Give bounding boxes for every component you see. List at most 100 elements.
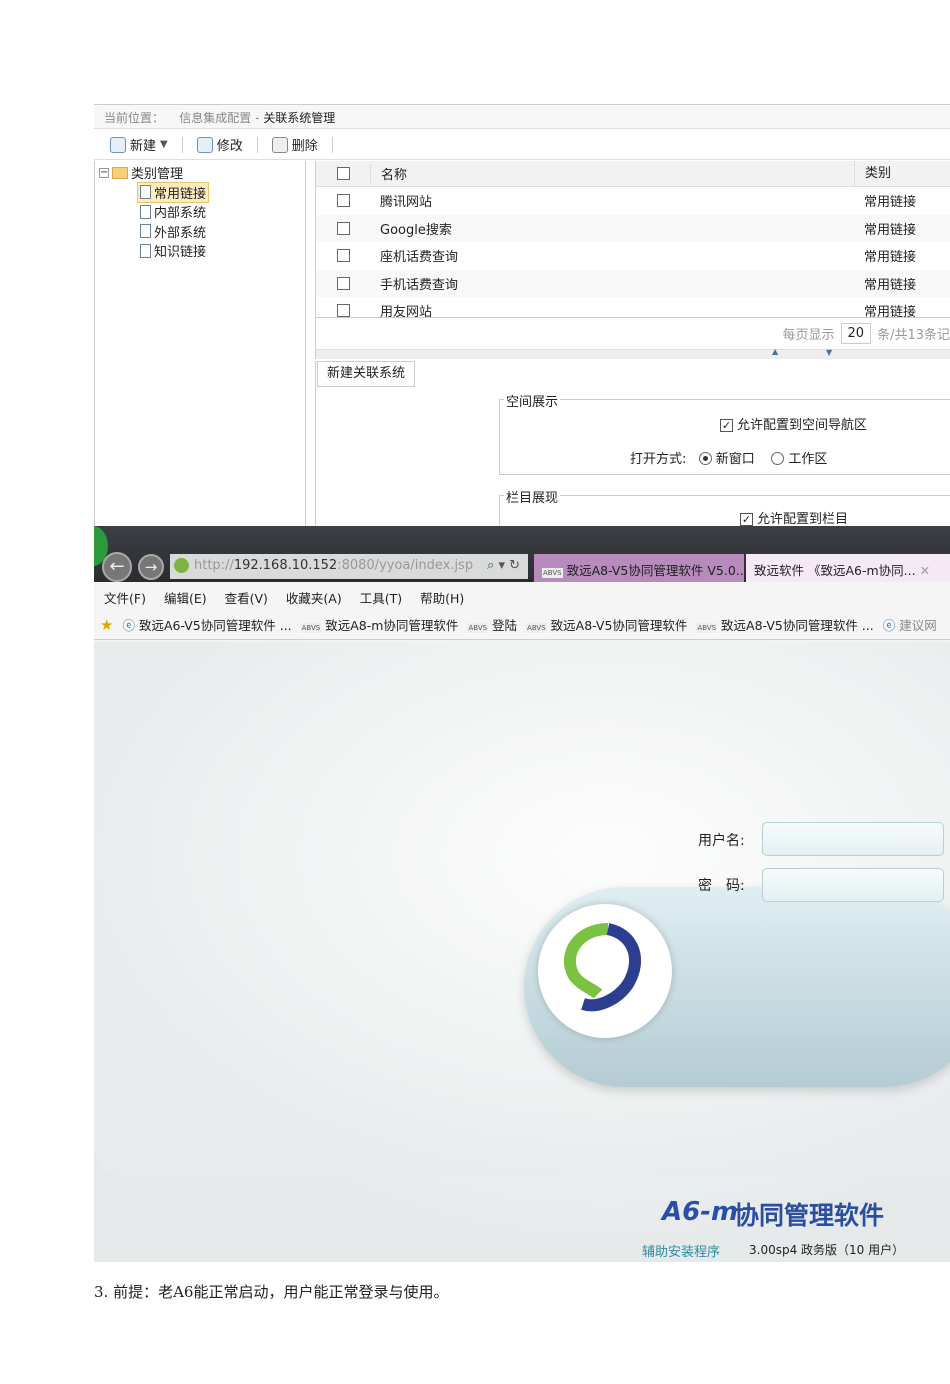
toolbar: 新建 ▼ 修改 删除 (94, 130, 950, 160)
breadcrumb: 当前位置： 信息集成配置 - 关联系统管理 (94, 105, 950, 129)
url-path: :8080/yyoa/index.jsp (337, 558, 474, 573)
favorite-link[interactable]: ABVS 致远A8-m协同管理软件 (300, 615, 458, 634)
arrow-down-icon[interactable]: ▼ (826, 348, 832, 357)
tree-item-label: 外部系统 (154, 225, 207, 241)
tree-item[interactable]: 常用链接 (99, 181, 301, 203)
arrow-up-icon[interactable]: ▲ (772, 347, 778, 356)
table-row[interactable]: Google搜索 常用链接 (316, 214, 950, 242)
forward-icon[interactable]: → (138, 554, 164, 580)
new-button[interactable]: 新建 ▼ (104, 135, 174, 154)
tab-new-system[interactable]: 新建关联系统 (317, 361, 415, 387)
folder-icon (112, 166, 128, 179)
radio-label: 新窗口 (715, 452, 755, 467)
breadcrumb-sep: - (251, 111, 264, 125)
chevron-down-icon[interactable]: ▼ (160, 139, 168, 150)
column-allow-label: 允许配置到栏目 (757, 512, 849, 526)
table-row[interactable]: 用友网站 常用链接 (316, 297, 950, 317)
favorite-link[interactable]: ⓔ 致远A6-V5协同管理软件 ... (122, 615, 291, 634)
checkmark-icon: ✓ (740, 513, 753, 526)
username-input[interactable] (762, 822, 944, 856)
collapse-icon[interactable]: − (99, 167, 109, 178)
install-helper-link[interactable]: 辅助安装程序 (642, 1241, 720, 1260)
delete-label: 删除 (291, 139, 318, 154)
delete-button[interactable]: 删除 (266, 135, 324, 154)
space-allow-checkbox[interactable]: ✓ 允许配置到空间导航区 (720, 414, 867, 433)
username-label: 用户名: (698, 833, 745, 849)
tree-root[interactable]: − 类别管理 (99, 163, 301, 183)
divider (331, 136, 333, 153)
table-row[interactable]: 腾讯网站 常用链接 (316, 187, 950, 215)
edit-button[interactable]: 修改 (191, 135, 249, 154)
cell-category: 常用链接 (864, 305, 917, 317)
address-bar[interactable]: http://192.168.10.152:8080/yyoa/index.js… (170, 554, 528, 579)
breadcrumb-link[interactable]: 信息集成配置 (179, 111, 251, 125)
tree-item[interactable]: 外部系统 (99, 222, 301, 242)
radio-new-window[interactable]: 新窗口 (698, 452, 755, 467)
trash-icon (271, 136, 288, 153)
favorite-link[interactable]: ABVS 致远A8-V5协同管理软件 (526, 615, 687, 634)
favorite-link[interactable]: ABVS 登陆 (467, 615, 517, 634)
menu-edit[interactable]: 编辑(E) (164, 588, 207, 606)
row-checkbox[interactable] (336, 194, 350, 208)
favorite-link[interactable]: ABVS 致远A8-V5协同管理软件 ... (696, 615, 874, 634)
menu-file[interactable]: 文件(F) (104, 588, 146, 606)
url-host: 192.168.10.152 (233, 558, 338, 573)
new-label: 新建 (130, 139, 157, 154)
row-checkbox[interactable] (336, 221, 350, 235)
splitter[interactable]: ▲ ▼ (315, 347, 950, 359)
table-row[interactable]: 手机话费查询 常用链接 (316, 269, 950, 297)
column-legend: 栏目展现 (504, 487, 561, 506)
ie-icon: ⓔ (122, 618, 135, 633)
favorite-label: 致远A8-V5协同管理软件 ... (721, 618, 874, 633)
tree-item-label: 内部系统 (154, 206, 207, 222)
favicon: ABVS (542, 568, 563, 578)
menu-help[interactable]: 帮助(H) (420, 588, 464, 606)
password-input[interactable] (762, 868, 944, 902)
close-tab-icon[interactable]: ✕ (920, 563, 930, 578)
document-icon (140, 204, 151, 219)
row-checkbox[interactable] (336, 276, 350, 290)
table-row[interactable]: 座机话费查询 常用链接 (316, 242, 950, 270)
radio-workarea[interactable]: 工作区 (771, 452, 827, 467)
tree-item[interactable]: 内部系统 (99, 202, 301, 222)
site-icon (174, 558, 189, 573)
favicon: ABVS (467, 623, 489, 633)
document-icon (140, 185, 151, 200)
new-icon (110, 136, 126, 153)
row-checkbox[interactable] (336, 249, 350, 263)
password-label: 密 码: (698, 878, 745, 894)
star-icon[interactable]: ★ (100, 616, 113, 634)
per-page-label: 每页显示 (782, 328, 835, 343)
header-category[interactable]: 类别 (854, 161, 950, 187)
tab-a6[interactable]: 致远软件 《致远A6-m协同... ✕ (746, 554, 950, 582)
radio-icon (698, 452, 712, 465)
browser-chrome: ← → http://192.168.10.152:8080/yyoa/inde… (94, 526, 950, 582)
search-refresh-icon[interactable]: ⌕ ▾ ↻ (487, 558, 520, 573)
radio-icon (771, 452, 785, 465)
favorite-link[interactable]: ⓔ 建议网 (883, 615, 937, 634)
row-checkbox[interactable] (336, 304, 350, 317)
divider (256, 136, 258, 153)
per-page-input[interactable]: 20 (840, 323, 872, 344)
tree-item[interactable]: 知识链接 (99, 241, 301, 261)
menu-view[interactable]: 查看(V) (225, 588, 268, 606)
back-icon[interactable]: ← (102, 552, 132, 582)
header-name[interactable]: 名称 (370, 164, 854, 183)
checkmark-icon: ✓ (720, 419, 733, 432)
favorite-label: 建议网 (899, 618, 937, 633)
caption-text: 3. 前提：老A6能正常启动，用户能正常登录与使用。 (94, 1283, 449, 1301)
menu-tools[interactable]: 工具(T) (360, 588, 402, 606)
space-allow-label: 允许配置到空间导航区 (737, 418, 868, 433)
total-count: 条/共13条记 (877, 328, 950, 343)
tree-item-selected[interactable]: 常用链接 (137, 181, 210, 203)
cell-name: 用友网站 (380, 305, 433, 317)
a6m-logo: A6-m (662, 1197, 739, 1227)
product-title: 协同管理软件 (734, 1201, 885, 1230)
menu-favorites[interactable]: 收藏夹(A) (286, 588, 342, 606)
column-allow-checkbox[interactable]: ✓ 允许配置到栏目 (740, 508, 848, 526)
tab-a8[interactable]: ABVS 致远A8-V5协同管理软件 V5.0... (534, 554, 744, 582)
favicon: ABVS (526, 623, 547, 633)
select-all-checkbox[interactable] (336, 167, 350, 180)
cell-category: 常用链接 (864, 222, 917, 238)
breadcrumb-label: 当前位置： (104, 111, 165, 125)
